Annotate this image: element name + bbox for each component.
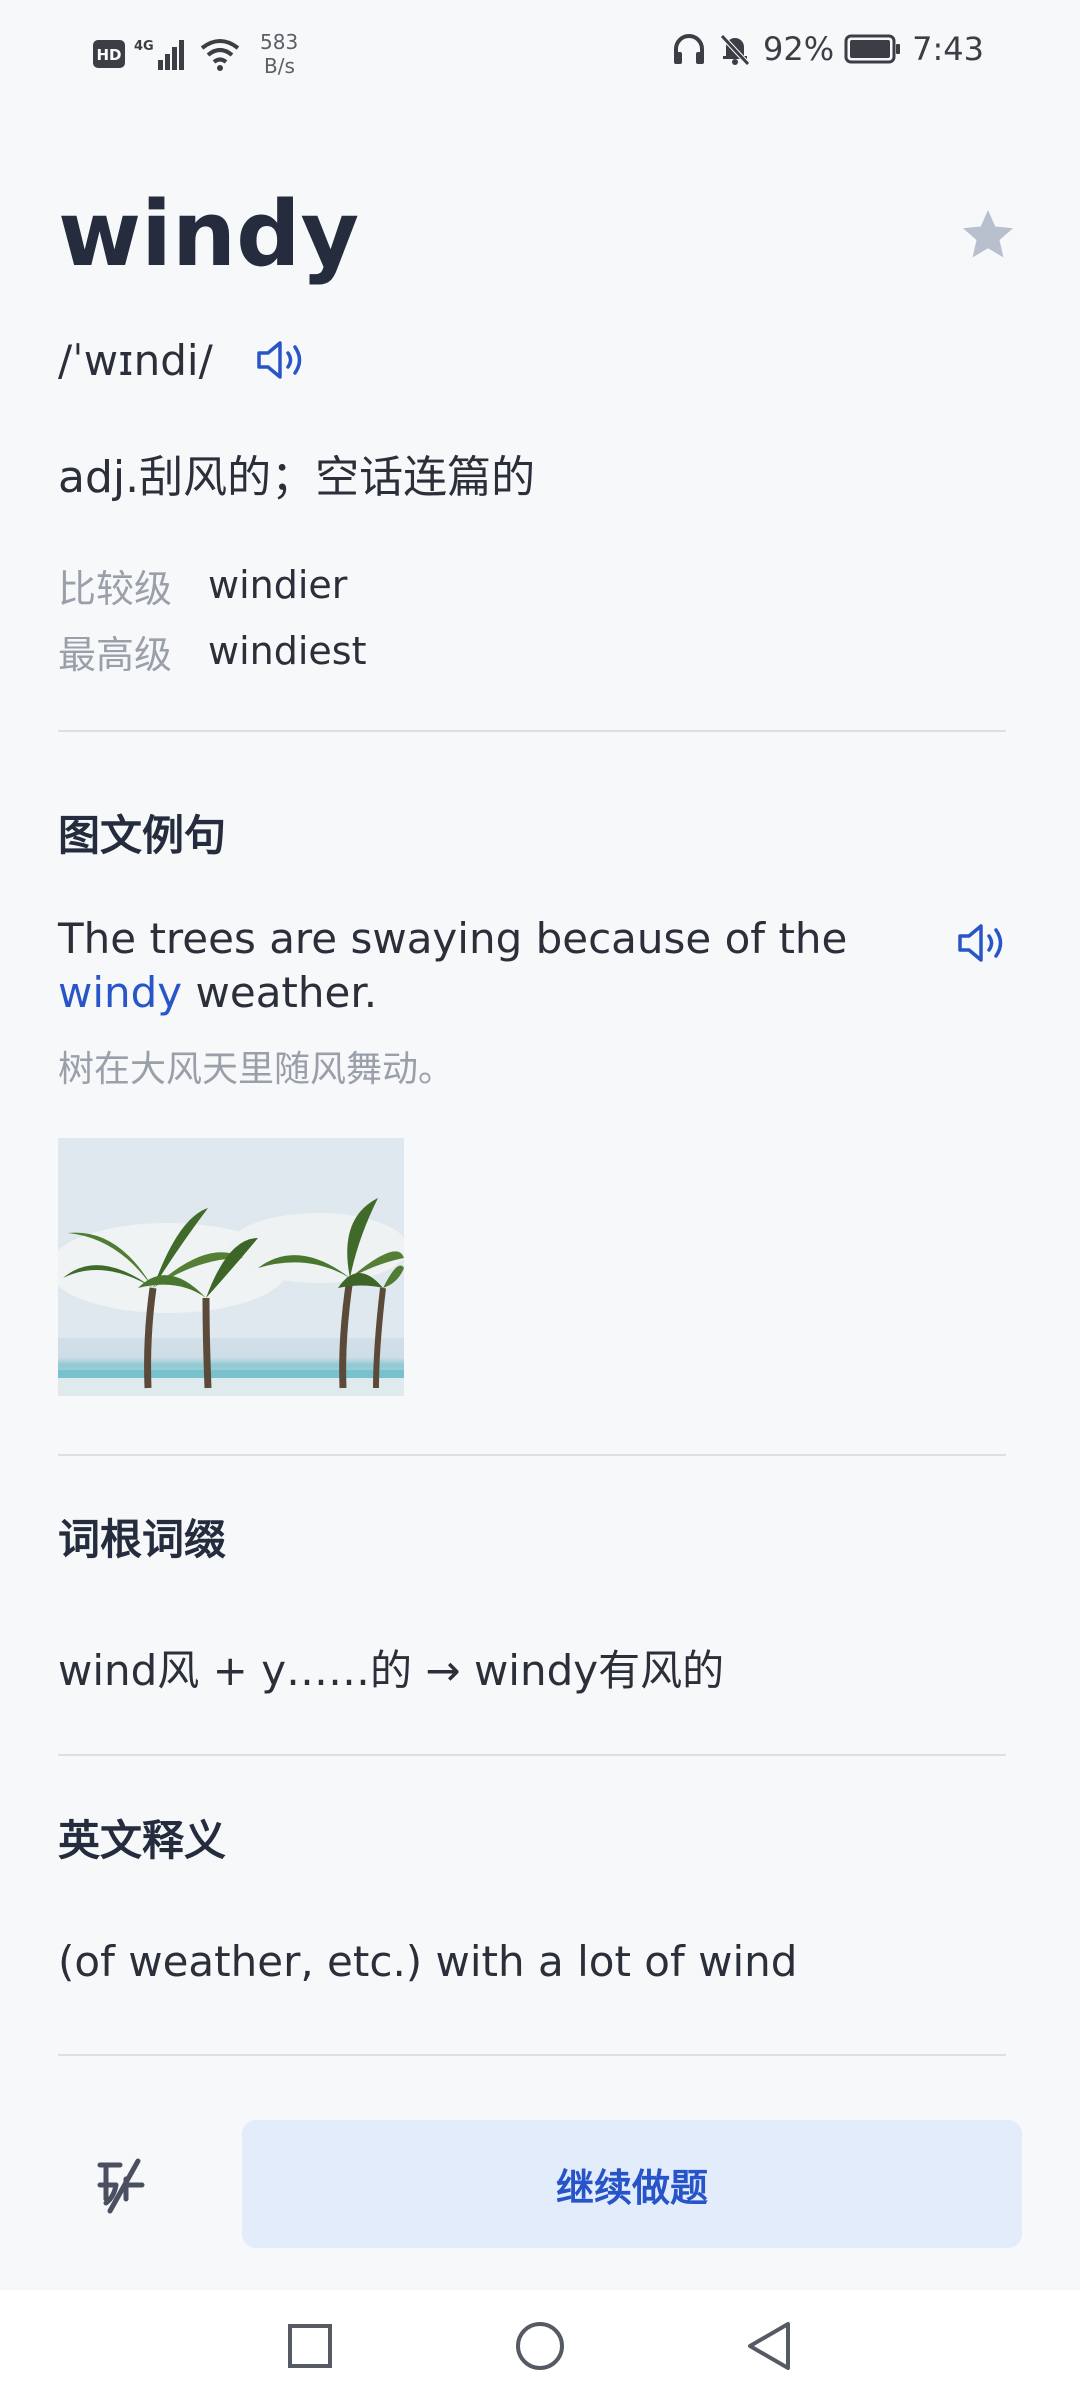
battery-percent: 92% [763,30,835,68]
section-title-etymology: 词根词缀 [58,1515,227,1564]
example-translation: 树在大风天里随风舞动。 [58,1049,455,1090]
pronunciation-speaker-icon[interactable] [255,335,311,385]
divider [58,1754,1006,1756]
clock: 7:43 [912,30,984,68]
signal-icon: 4G [134,39,184,70]
hd-icon: HD [93,40,125,68]
divider [58,2054,1006,2056]
form-row-superlative: 最高级 windiest [58,618,366,684]
headphones-icon [674,34,705,64]
svg-text:HD: HD [96,46,121,64]
home-icon[interactable] [512,2318,568,2374]
section-title-examples: 图文例句 [58,811,227,860]
wifi-icon [200,39,240,71]
net-speed-value: 583 [260,30,299,54]
svg-text:4G: 4G [134,39,154,54]
network-speed: 583 B/s [260,30,298,78]
divider [58,1454,1006,1456]
example-highlight-word: windy [58,968,183,1017]
status-right: 92% 7:43 [671,30,984,68]
word-forms: 比较级 windier 最高级 windiest [58,552,366,684]
example-text-before: The trees are swaying because of the [58,914,848,963]
form-row-comparative: 比较级 windier [58,552,366,618]
divider [58,730,1006,732]
edit-slash-icon[interactable] [92,2155,152,2215]
status-bar: HD 4G 583 B/s 92% 7:43 [0,0,1080,110]
form-value: windiest [208,629,367,673]
example-text-after: weather. [182,968,378,1017]
etymology-text: wind风 + y……的 → windy有风的 [58,1646,725,1695]
form-label: 最高级 [58,632,173,677]
favorite-star-icon[interactable] [958,205,1018,265]
net-speed-unit: B/s [264,54,295,78]
english-definition-text: (of weather, etc.) with a lot of wind [58,1937,798,1986]
example-sentence: The trees are swaying because of the win… [58,912,918,1020]
palm-trees-illustration [58,1138,404,1396]
example-speaker-icon[interactable] [956,918,1012,968]
definition: adj.刮风的；空话连篇的 [58,452,536,503]
status-left: HD 4G 583 B/s [92,30,298,78]
back-icon[interactable] [742,2318,798,2374]
example-image [58,1138,404,1396]
bell-muted-icon [720,34,750,66]
headword: windy [58,182,360,287]
section-title-english-definition: 英文释义 [58,1816,227,1865]
recent-apps-icon[interactable] [282,2318,338,2374]
phonetic: /ˈwɪndi/ [58,336,213,385]
battery-icon [844,34,901,64]
continue-button[interactable]: 继续做题 [242,2120,1022,2248]
form-value: windier [208,563,348,607]
form-label: 比较级 [58,566,173,611]
